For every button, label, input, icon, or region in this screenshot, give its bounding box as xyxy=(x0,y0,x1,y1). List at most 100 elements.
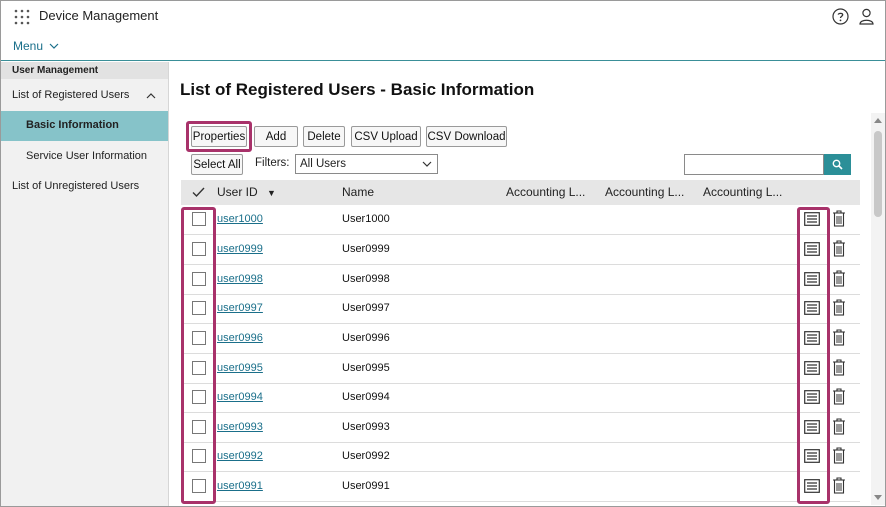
sidebar-item-registered-users[interactable]: List of Registered Users xyxy=(1,81,168,111)
row-checkbox[interactable] xyxy=(192,272,206,286)
user-name: User0991 xyxy=(342,480,390,492)
user-id-link[interactable]: user0991 xyxy=(217,480,263,492)
user-id-link[interactable]: user0994 xyxy=(217,391,263,403)
scroll-up-icon[interactable] xyxy=(874,117,882,123)
user-name: User0999 xyxy=(342,243,390,255)
row-checkbox[interactable] xyxy=(192,390,206,404)
detail-icon[interactable] xyxy=(804,212,820,226)
user-name: User0994 xyxy=(342,391,390,403)
checkmark-icon[interactable] xyxy=(192,187,205,198)
sidebar-item-label: List of Unregistered Users xyxy=(12,180,140,192)
detail-icon[interactable] xyxy=(804,390,820,404)
trash-icon[interactable] xyxy=(832,418,846,435)
chevron-up-icon xyxy=(146,93,156,99)
user-name: User0992 xyxy=(342,450,390,462)
row-checkbox[interactable] xyxy=(192,449,206,463)
select-all-button[interactable]: Select All xyxy=(191,154,243,175)
table-row: user0992 User0992 xyxy=(181,442,860,472)
trash-icon[interactable] xyxy=(832,299,846,316)
detail-icon[interactable] xyxy=(804,449,820,463)
trash-icon[interactable] xyxy=(832,359,846,376)
user-id-link[interactable]: user0995 xyxy=(217,362,263,374)
delete-button[interactable]: Delete xyxy=(303,126,345,147)
detail-icon[interactable] xyxy=(804,242,820,256)
column-header-accounting-3[interactable]: Accounting L... xyxy=(703,185,782,199)
column-header-accounting-2[interactable]: Accounting L... xyxy=(605,185,684,199)
table-row: user0996 User0996 xyxy=(181,324,860,354)
detail-icon[interactable] xyxy=(804,420,820,434)
trash-icon[interactable] xyxy=(832,447,846,464)
page-title: List of Registered Users - Basic Informa… xyxy=(180,80,535,99)
user-name: User0996 xyxy=(342,332,390,344)
table-row: user0994 User0994 xyxy=(181,383,860,413)
sidebar-item-label: List of Registered Users xyxy=(12,89,130,101)
column-header-accounting-1[interactable]: Accounting L... xyxy=(506,185,585,199)
sidebar-item-basic-information[interactable]: Basic Information xyxy=(1,111,168,141)
user-name: User0998 xyxy=(342,273,390,285)
user-name: User0993 xyxy=(342,421,390,433)
user-id-link[interactable]: user0996 xyxy=(217,332,263,344)
column-header-user-id[interactable]: User ID ▼ xyxy=(217,185,276,199)
help-icon[interactable] xyxy=(832,8,849,25)
table-row: user0993 User0993 xyxy=(181,413,860,443)
table-row: user0997 User0997 xyxy=(181,294,860,324)
detail-icon[interactable] xyxy=(804,301,820,315)
add-button[interactable]: Add xyxy=(254,126,298,147)
menu-label: Menu xyxy=(13,39,44,53)
user-id-link[interactable]: user0992 xyxy=(217,450,263,462)
properties-button[interactable]: Properties xyxy=(191,126,247,147)
app-window: Device Management Menu User Management L… xyxy=(0,0,886,507)
sidebar-item-label: Service User Information xyxy=(26,150,148,162)
apps-grid-icon[interactable] xyxy=(14,9,30,25)
row-checkbox[interactable] xyxy=(192,212,206,226)
trash-icon[interactable] xyxy=(832,210,846,227)
row-checkbox[interactable] xyxy=(192,361,206,375)
user-id-link[interactable]: user0993 xyxy=(217,421,263,433)
trash-icon[interactable] xyxy=(832,270,846,287)
user-id-link[interactable]: user0998 xyxy=(217,273,263,285)
user-name: User0995 xyxy=(342,362,390,374)
chevron-down-icon xyxy=(422,161,432,167)
user-name: User1000 xyxy=(342,213,390,225)
scroll-down-icon[interactable] xyxy=(874,495,882,501)
detail-icon[interactable] xyxy=(804,479,820,493)
trash-icon[interactable] xyxy=(832,240,846,257)
filters-select[interactable]: All Users xyxy=(295,154,438,174)
search-input[interactable] xyxy=(684,154,824,175)
search-icon xyxy=(832,159,843,170)
vertical-scrollbar[interactable] xyxy=(871,113,885,505)
filters-label: Filters: xyxy=(255,157,290,169)
row-checkbox[interactable] xyxy=(192,301,206,315)
detail-icon[interactable] xyxy=(804,361,820,375)
sidebar-item-service-user-information[interactable]: Service User Information xyxy=(1,142,168,172)
user-id-link[interactable]: user1000 xyxy=(217,213,263,225)
user-icon[interactable] xyxy=(859,8,874,25)
table-row: user0995 User0995 xyxy=(181,354,860,384)
user-id-link[interactable]: user0997 xyxy=(217,302,263,314)
main-content: List of Registered Users - Basic Informa… xyxy=(170,62,870,506)
trash-icon[interactable] xyxy=(832,329,846,346)
trash-icon[interactable] xyxy=(832,388,846,405)
filters-selected-value: All Users xyxy=(300,158,347,170)
csv-upload-button[interactable]: CSV Upload xyxy=(351,126,421,147)
row-checkbox[interactable] xyxy=(192,479,206,493)
scrollbar-thumb[interactable] xyxy=(874,131,882,217)
row-checkbox[interactable] xyxy=(192,242,206,256)
column-label: User ID xyxy=(217,185,258,199)
row-checkbox[interactable] xyxy=(192,420,206,434)
menu-dropdown[interactable]: Menu xyxy=(13,39,59,53)
table-row: user0999 User0999 xyxy=(181,235,860,265)
user-name: User0997 xyxy=(342,302,390,314)
sidebar-section-header: User Management xyxy=(1,62,168,79)
sidebar-item-unregistered-users[interactable]: List of Unregistered Users xyxy=(1,172,168,202)
user-id-link[interactable]: user0999 xyxy=(217,243,263,255)
table-row: user0998 User0998 xyxy=(181,265,860,295)
row-checkbox[interactable] xyxy=(192,331,206,345)
column-header-name[interactable]: Name xyxy=(342,185,374,199)
detail-icon[interactable] xyxy=(804,272,820,286)
trash-icon[interactable] xyxy=(832,477,846,494)
chevron-down-icon xyxy=(49,43,59,49)
search-button[interactable] xyxy=(824,154,851,175)
detail-icon[interactable] xyxy=(804,331,820,345)
csv-download-button[interactable]: CSV Download xyxy=(426,126,507,147)
